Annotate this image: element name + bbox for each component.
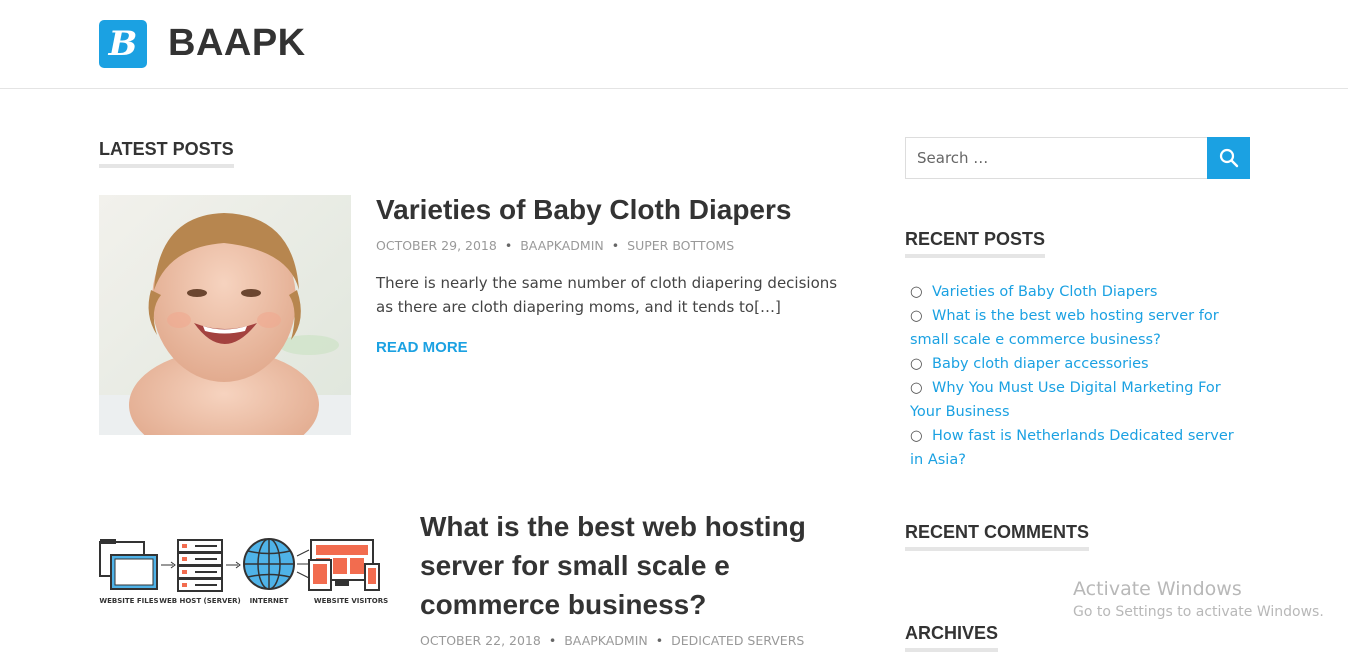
folder-icon xyxy=(99,539,158,590)
post-category[interactable]: DEDICATED SERVERS xyxy=(671,633,804,648)
hosting-diagram: WEBSITE FILES WEB HOST (SERVER) INTERNET… xyxy=(99,538,388,605)
meta-separator: • xyxy=(548,633,557,648)
logo-icon[interactable]: B xyxy=(99,20,147,68)
recent-post-link[interactable]: Why You Must Use Digital Marketing For Y… xyxy=(910,380,1221,420)
bullet-icon: ○ xyxy=(910,428,923,444)
post-title[interactable]: What is the best web hosting server for … xyxy=(420,507,840,624)
meta-separator: • xyxy=(611,238,620,253)
activate-windows-subtitle: Go to Settings to activate Windows. xyxy=(1073,604,1324,620)
diagram-label: WEB HOST (SERVER) xyxy=(159,597,241,605)
post-date[interactable]: OCTOBER 29, 2018 xyxy=(376,238,497,253)
activate-windows-title: Activate Windows xyxy=(1073,578,1242,600)
post-meta: OCTOBER 22, 2018 • BAAPKADMIN • DEDICATED SE… xyxy=(420,633,804,648)
post-date[interactable]: OCTOBER 22, 2018 xyxy=(420,633,541,648)
recent-post-link[interactable]: Baby cloth diaper accessories xyxy=(932,356,1149,372)
recent-post-link[interactable]: Varieties of Baby Cloth Diapers xyxy=(932,284,1157,300)
recent-post-item[interactable]: ○ Baby cloth diaper accessories xyxy=(910,352,1240,376)
search-form xyxy=(905,137,1250,179)
site-title[interactable]: BAAPK xyxy=(168,22,306,65)
diagram-label: WEBSITE FILES xyxy=(99,597,158,605)
read-more-link[interactable]: READ MORE xyxy=(376,339,468,356)
diagram-label: WEBSITE VISITORS xyxy=(314,597,388,605)
recent-post-link[interactable]: How fast is Netherlands Dedicated server… xyxy=(910,428,1234,468)
bullet-icon: ○ xyxy=(910,308,923,324)
baby-photo xyxy=(99,195,351,435)
bullet-icon: ○ xyxy=(910,284,923,300)
globe-icon xyxy=(243,538,295,590)
logo-letter: B xyxy=(108,24,138,64)
devices-icon xyxy=(308,539,380,591)
search-input[interactable] xyxy=(905,137,1208,179)
recent-comments-heading: RECENT COMMENTS xyxy=(905,522,1089,551)
recent-post-item[interactable]: ○ Varieties of Baby Cloth Diapers xyxy=(910,280,1240,304)
site-header: B BAAPK xyxy=(0,0,1348,89)
search-icon xyxy=(1219,148,1238,168)
post-excerpt: There is nearly the same number of cloth… xyxy=(376,274,838,316)
post-author[interactable]: BAAPKADMIN xyxy=(564,633,648,648)
bullet-icon: ○ xyxy=(910,380,923,396)
meta-separator: • xyxy=(504,238,513,253)
post-meta: OCTOBER 29, 2018 • BAAPKADMIN • SUPER BOTTOM… xyxy=(376,238,734,253)
archives-heading: ARCHIVES xyxy=(905,623,999,652)
meta-separator: • xyxy=(655,633,664,648)
post-author[interactable]: BAAPKADMIN xyxy=(520,238,604,253)
diagram-label: INTERNET xyxy=(250,597,289,605)
server-icon xyxy=(177,539,223,592)
post-thumbnail-baby[interactable] xyxy=(99,195,351,435)
recent-post-link[interactable]: What is the best web hosting server for … xyxy=(910,308,1219,348)
recent-post-item[interactable]: ○ What is the best web hosting server for… xyxy=(910,304,1240,352)
bullet-icon: ○ xyxy=(910,356,923,372)
post-thumbnail-hosting-diagram[interactable]: WEBSITE FILES WEB HOST (SERVER) INTERNET… xyxy=(99,530,389,620)
recent-post-item[interactable]: ○ Why You Must Use Digital Marketing For … xyxy=(910,376,1240,424)
post-title[interactable]: Varieties of Baby Cloth Diapers xyxy=(376,190,836,229)
search-button[interactable] xyxy=(1207,137,1250,179)
recent-posts-heading: RECENT POSTS xyxy=(905,229,1046,258)
recent-posts-list: ○ Varieties of Baby Cloth Diapers ○ What i… xyxy=(910,280,1240,472)
recent-post-item[interactable]: ○ How fast is Netherlands Dedicated serve… xyxy=(910,424,1240,472)
post-category[interactable]: SUPER BOTTOMS xyxy=(627,238,734,253)
latest-posts-heading: LATEST POSTS xyxy=(99,139,234,168)
